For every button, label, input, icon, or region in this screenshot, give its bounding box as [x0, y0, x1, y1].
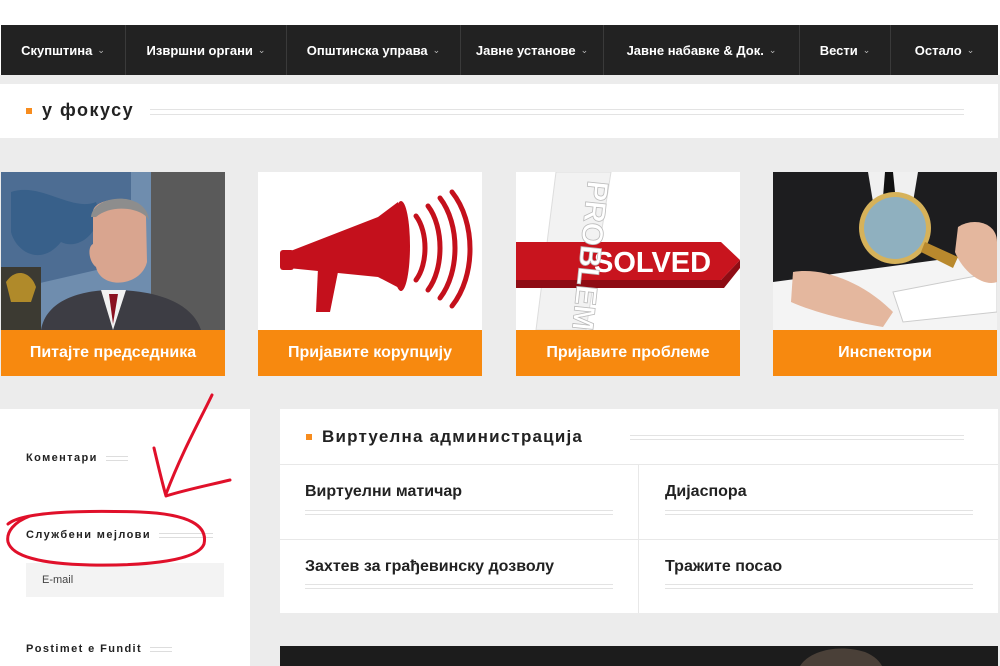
arrow-head — [152, 446, 232, 498]
arrow-shaft — [164, 393, 214, 496]
red-annotation-overlay — [6, 393, 232, 567]
circle-annotation — [6, 509, 207, 567]
